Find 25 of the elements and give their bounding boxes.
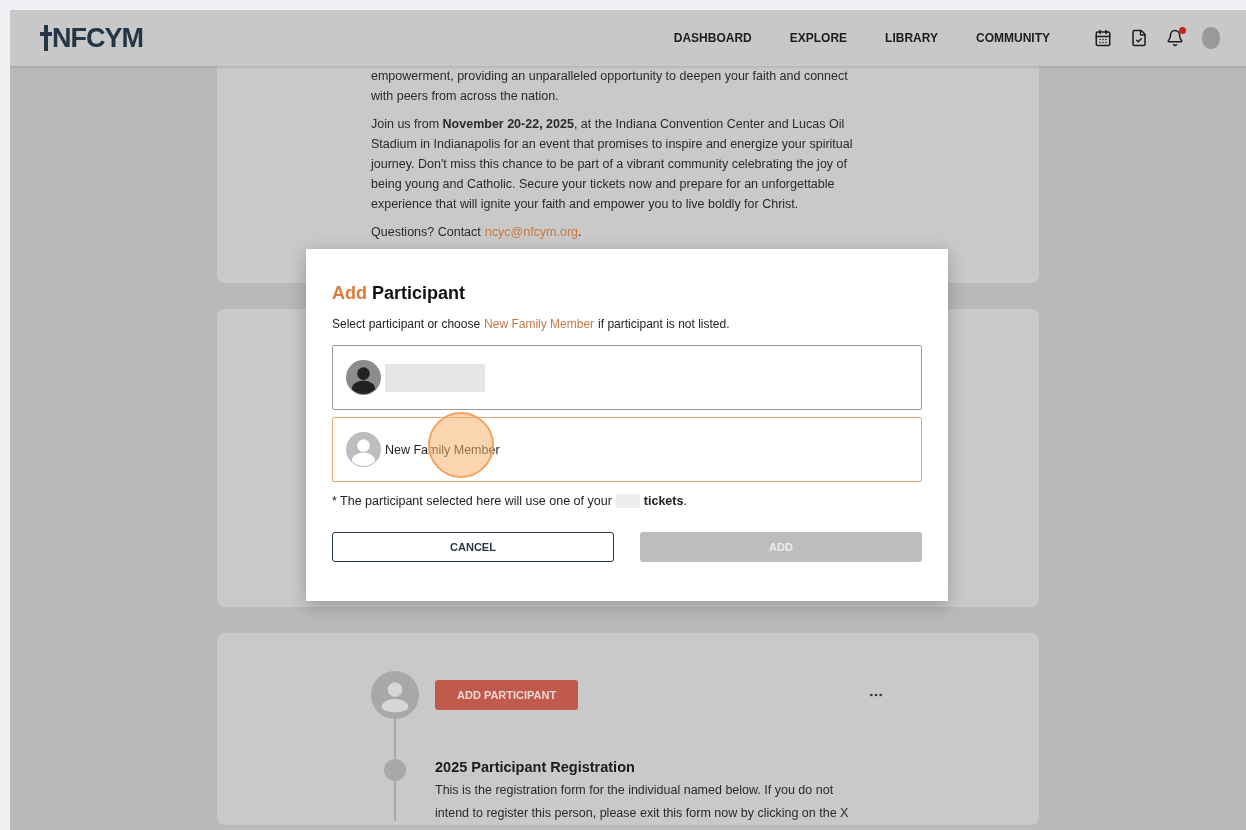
step-title: 2025 Participant Registration <box>435 759 636 775</box>
nav-link[interactable]: LIBRARY <box>885 31 938 45</box>
nav-link[interactable]: COMMUNITY <box>976 31 1050 45</box>
cancel-button[interactable]: CANCEL <box>332 532 614 562</box>
note-punctuation: . <box>683 494 687 508</box>
instruction-text: Select participant or choose <box>332 317 481 331</box>
default-avatar-icon <box>346 432 381 467</box>
contact-text: Questions? Contact <box>371 224 481 241</box>
step-description: This is the registration form for the individual named below. If you do not <box>435 782 835 799</box>
event-description: Join us from November 20-22, 2025, at the Indiana Convention Center and Lucas Oil Stadium in Indianapolis for an event that promises to inspire and energize your spiritual journey. Don't miss this chance to be part of a vibrant community celebrating the joy of being young and Catholic. Secure your tickets now and prepare for an unforgettable experience that will ignite your faith and empower you to live boldly for Christ. <box>371 116 854 213</box>
instruction-text: if participant is not listed. <box>598 317 730 331</box>
nfcym-logo[interactable]: NFCYM <box>40 22 143 54</box>
notification-bell-icon[interactable] <box>1166 29 1184 47</box>
event-description: empowerment, providing an unparalleled opportunity to deepen your faith and connect with peers from across the nation. <box>371 68 849 105</box>
nav-link[interactable]: EXPLORE <box>789 31 848 45</box>
person-avatar-icon <box>346 360 381 395</box>
contact-punctuation: . <box>578 224 582 241</box>
cross-icon <box>40 25 52 51</box>
participant-option[interactable] <box>332 345 922 410</box>
step-description: intend to register this person, please exit this form now by clicking on the X <box>435 805 850 822</box>
nav-link[interactable]: DASHBOARD <box>673 31 752 45</box>
calendar-icon[interactable] <box>1094 29 1112 47</box>
document-check-icon[interactable] <box>1130 29 1148 47</box>
dialog-title: Add Participant <box>332 283 467 304</box>
ticket-note: * The participant selected here will use one of your <box>332 494 612 508</box>
